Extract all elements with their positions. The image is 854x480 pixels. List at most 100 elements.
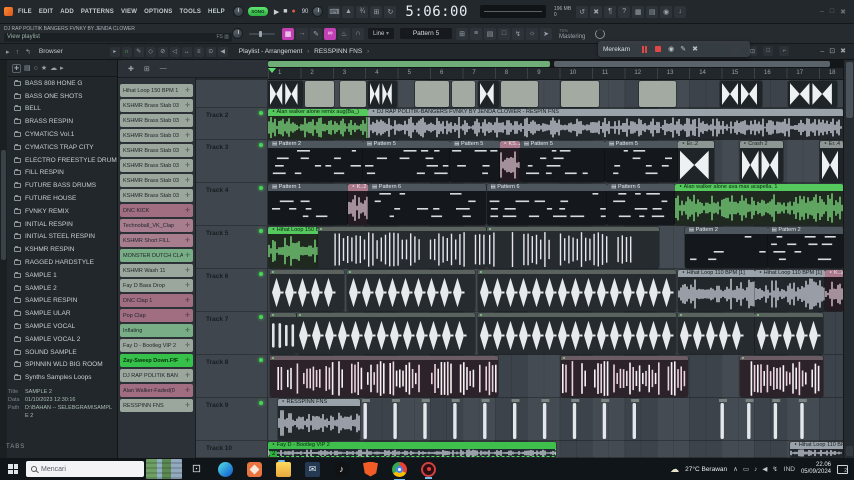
comment-icon[interactable]: ◉	[660, 6, 672, 18]
clip-block[interactable]	[639, 81, 676, 107]
track-name-row[interactable]: Track 2	[196, 108, 267, 140]
folder-item[interactable]: BASS 808 HONE G	[8, 77, 117, 90]
clip-sweep-er-4[interactable]: ‣ Er..4	[820, 141, 843, 182]
drag-handle-icon[interactable]: ✛	[185, 222, 190, 229]
folder-item[interactable]: SAMPLE VOCAL	[8, 320, 117, 333]
taskbar-app-mail[interactable]: ✉	[305, 462, 320, 477]
clip-spikes[interactable]	[487, 227, 660, 268]
channel-slider[interactable]	[249, 33, 275, 35]
track-mute-led[interactable]	[259, 315, 263, 319]
picker-item[interactable]: KSHMR Short FILL✛	[120, 234, 193, 247]
download-icon[interactable]: ↓	[674, 6, 686, 18]
picker-item[interactable]: DNC Clap 1✛	[120, 294, 193, 307]
menu-help[interactable]: HELP	[208, 9, 225, 15]
clip-wave-dj-rap-politik-bangers-f[interactable]: ‣ DJ RAP POLITIK-BANGERS FVNKY BY JENDA …	[368, 109, 843, 139]
nav-arrow-icon[interactable]: ↰	[25, 49, 31, 56]
folder-item[interactable]: CYMATICS Vol.1	[8, 128, 117, 141]
track-mute-led[interactable]	[259, 111, 263, 115]
picker-item[interactable]: KSHMR Brass Stab 03✛	[120, 114, 193, 127]
drag-handle-icon[interactable]: ✛	[185, 192, 190, 199]
list-icon[interactable]: ≡	[194, 47, 204, 57]
clip-block[interactable]	[305, 81, 334, 107]
clip-block[interactable]	[415, 81, 450, 107]
clip-wave-ks-2[interactable]: ‣ KS..2	[500, 141, 520, 182]
track-name-row[interactable]: Track 9	[196, 398, 267, 441]
tray-speaker-icon[interactable]: ◀	[762, 465, 767, 473]
favorites-icon[interactable]: ★	[41, 64, 47, 72]
pattern-selector[interactable]: Pattern 5	[400, 28, 452, 39]
clip-wave-k-2[interactable]: ‣ K..2	[348, 184, 368, 225]
track-name-row[interactable]: Track 4	[196, 183, 267, 226]
step-edit-icon[interactable]: ⊞	[370, 6, 382, 18]
picker-item[interactable]: DJ RAP POLITIK BAN✛	[120, 369, 193, 382]
folder-item[interactable]: SAMPLE RESPIN	[8, 295, 117, 308]
browser-scrollbar[interactable]	[0, 60, 7, 458]
start-button[interactable]	[0, 458, 26, 480]
audio-preview-icon[interactable]: ∩	[122, 47, 132, 57]
clip-wave-hihat-loop-110-bpm-0-[interactable]: ‣ Hihat Loop 110 BPM [0]	[790, 442, 843, 457]
clip-sweep-crash-2[interactable]: ‣ Crash 2	[740, 141, 783, 182]
snap-selector[interactable]: Line ▾	[368, 28, 394, 39]
zoom-icon[interactable]: ⊙	[206, 47, 216, 57]
clip-kicks[interactable]	[755, 313, 823, 354]
playlist-track-row[interactable]	[268, 312, 843, 355]
picker-item[interactable]: Alan Walker-Faded(0✛	[120, 384, 193, 397]
folder-item[interactable]: INITIAL STEEL RESPIN	[8, 231, 117, 244]
picker-item[interactable]: KSHMR Brass Stab 03✛	[120, 159, 193, 172]
tray-audio-icon[interactable]: ♪	[754, 466, 757, 473]
picker-item[interactable]: KSHMR Brass Stab 03✛	[120, 144, 193, 157]
track-mute-led[interactable]	[259, 229, 263, 233]
track-mute-led[interactable]	[259, 401, 263, 405]
playlist-vscrollbar[interactable]	[843, 60, 854, 458]
track-mute-led[interactable]	[259, 186, 263, 190]
drag-handle-icon[interactable]: ✛	[185, 237, 190, 244]
picker-item[interactable]: KSHMR Brass Stab 03✛	[120, 189, 193, 202]
drag-handle-icon[interactable]: ✛	[185, 132, 190, 139]
clip-kicks[interactable]	[478, 270, 676, 311]
picker-item[interactable]: Fay D - Bootleg VIP 2✛	[120, 339, 193, 352]
tray-network-icon[interactable]: ↯	[772, 465, 777, 473]
clip-sweep[interactable]	[478, 81, 499, 107]
typing-keyboard-icon[interactable]: ⌨	[328, 6, 340, 18]
clip-wave-hihat-loop-110-bpm-1-[interactable]: ‣ Hihat Loop 110 BPM [1]	[755, 270, 825, 311]
cloud-icon[interactable]: ☁	[50, 64, 57, 72]
drag-handle-icon[interactable]: ✛	[185, 252, 190, 259]
abort-icon[interactable]: ✖	[590, 6, 602, 18]
menu-add[interactable]: ADD	[60, 9, 74, 15]
folder-item[interactable]: FILL RESPIN	[8, 167, 117, 180]
picker-item[interactable]: RESSPINN FNS✛	[120, 399, 193, 412]
clip-pinkbars[interactable]	[561, 356, 688, 397]
taskbar-app-chrome[interactable]	[392, 462, 407, 477]
folder-item[interactable]: Synths Samples Loops	[8, 371, 117, 384]
folder-item[interactable]: FUTURE BASS DRUMS	[8, 179, 117, 192]
disable-icon[interactable]: ⊘	[158, 47, 168, 57]
drag-handle-icon[interactable]: ✛	[185, 162, 190, 169]
picker-item[interactable]: Inflating✛	[120, 324, 193, 337]
clip-wave-hihat-loop-110-bpm-1-[interactable]: ‣ Hihat Loop 110 BPM [1]	[678, 270, 755, 311]
drag-handle-icon[interactable]: ✛	[185, 387, 190, 394]
taskbar-app-brave[interactable]	[363, 462, 378, 477]
clip-sweep[interactable]	[268, 81, 303, 107]
playlist-track-row[interactable]: ▤ Pattern 2▤ Pattern 5▤ Pattern 5‣ KS..2…	[268, 140, 843, 183]
preview-tool-icon[interactable]: ∩	[352, 28, 364, 40]
picker-item[interactable]: KSHMR Brass Stab 03✛	[120, 99, 193, 112]
screenshot-icon[interactable]: ◉	[668, 45, 674, 53]
clip-sparse[interactable]	[360, 399, 659, 440]
clip-sweep-er-2[interactable]: ‣ Er..2	[678, 141, 714, 182]
clip-wave-k-2[interactable]: ‣ K..2	[825, 270, 843, 311]
menu-view[interactable]: VIEW	[121, 9, 137, 15]
picker-item[interactable]: KSHMR Brass Stab 03✛	[120, 129, 193, 142]
folder-item[interactable]: FVNKY REMIX	[8, 205, 117, 218]
play-mini-icon[interactable]: ▸	[110, 47, 120, 57]
breadcrumb-arrangement[interactable]: RESSPINN FNS	[314, 48, 362, 55]
more-icon[interactable]: ▸	[60, 64, 64, 72]
annotate-icon[interactable]: ✎	[680, 45, 686, 53]
draw-mini-icon[interactable]: ✎	[134, 47, 144, 57]
folder-item[interactable]: BASS ONE SHOTS	[8, 90, 117, 103]
nav-arrow-icon[interactable]: ↑	[16, 49, 20, 56]
folder-item[interactable]: KSHMR RESPIN	[8, 243, 117, 256]
swap-icon[interactable]: ↔	[182, 47, 192, 57]
clip-pinkbars[interactable]	[270, 356, 498, 397]
drag-handle-icon[interactable]: ✛	[185, 297, 190, 304]
folder-item[interactable]: RAGGED HARDSTYLE	[8, 256, 117, 269]
